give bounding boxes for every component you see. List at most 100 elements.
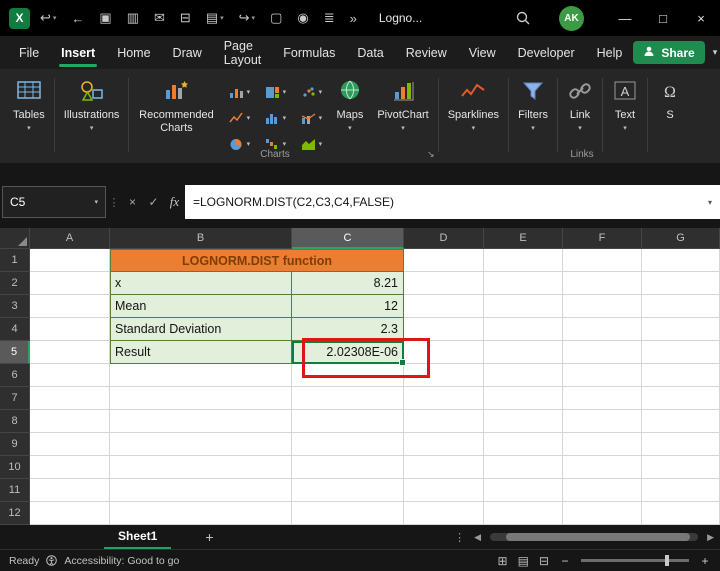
formula-bar-handle[interactable]: ⋮ — [106, 185, 122, 219]
cell-E5[interactable] — [484, 341, 563, 364]
cell-A9[interactable] — [30, 433, 110, 456]
formula-bar-expand-icon[interactable]: ▾ — [700, 185, 720, 219]
row-header-4[interactable]: 4 — [0, 318, 30, 341]
cell-B11[interactable] — [110, 479, 292, 502]
tables-button[interactable]: Tables ▾ — [6, 76, 52, 135]
cell-G10[interactable] — [642, 456, 720, 479]
cell-F6[interactable] — [563, 364, 642, 387]
cell-F3[interactable] — [563, 295, 642, 318]
cell-A2[interactable] — [30, 272, 110, 295]
cell-E4[interactable] — [484, 318, 563, 341]
cell-G5[interactable] — [642, 341, 720, 364]
cell-C7[interactable] — [292, 387, 404, 410]
column-header-E[interactable]: E — [484, 228, 563, 249]
cell-G2[interactable] — [642, 272, 720, 295]
back-icon[interactable]: ← — [71, 11, 84, 26]
cell-G7[interactable] — [642, 387, 720, 410]
symbols-button[interactable]: Ω S — [650, 76, 690, 124]
horizontal-scrollbar-thumb[interactable] — [506, 533, 690, 541]
cell-D9[interactable] — [404, 433, 484, 456]
chart-icon[interactable]: ▥ — [127, 10, 139, 26]
cell-F2[interactable] — [563, 272, 642, 295]
chevron-down-icon[interactable]: ▾ — [713, 47, 718, 58]
cell-B3[interactable]: Mean — [110, 295, 292, 318]
cell-E11[interactable] — [484, 479, 563, 502]
cell-D1[interactable] — [404, 249, 484, 272]
mail-icon[interactable]: ✉ — [154, 10, 165, 26]
cell-A7[interactable] — [30, 387, 110, 410]
row-header-6[interactable]: 6 — [0, 364, 30, 387]
charts-dialog-launcher-icon[interactable]: ↘ — [427, 149, 435, 160]
formula-input[interactable]: =LOGNORM.DIST(C2,C3,C4,FALSE) — [185, 185, 700, 219]
cell-G8[interactable] — [642, 410, 720, 433]
cell-F8[interactable] — [563, 410, 642, 433]
row-header-3[interactable]: 3 — [0, 295, 30, 318]
cell-D8[interactable] — [404, 410, 484, 433]
row-header-8[interactable]: 8 — [0, 410, 30, 433]
normal-view-icon[interactable]: ⊞ — [498, 554, 508, 568]
zoom-in-icon[interactable]: + — [699, 554, 711, 568]
cell-F5[interactable] — [563, 341, 642, 364]
maximize-button[interactable]: □ — [644, 0, 682, 36]
column-header-G[interactable]: G — [642, 228, 720, 249]
cell-E10[interactable] — [484, 456, 563, 479]
cell-F9[interactable] — [563, 433, 642, 456]
scroll-right-icon[interactable]: ▶ — [707, 532, 714, 543]
enter-icon[interactable]: ✓ — [143, 185, 164, 219]
cell-C11[interactable] — [292, 479, 404, 502]
cell-C12[interactable] — [292, 502, 404, 525]
copy-icon[interactable]: ▣ — [99, 10, 111, 26]
minimize-button[interactable]: — — [606, 0, 644, 36]
accessibility-status[interactable]: Accessibility: Good to go — [64, 555, 179, 567]
more-commands-icon[interactable]: » — [350, 11, 357, 26]
tab-help[interactable]: Help — [586, 36, 634, 69]
excel-app-icon[interactable]: X — [9, 8, 30, 29]
cell-E7[interactable] — [484, 387, 563, 410]
document-icon[interactable]: ▢ — [270, 10, 282, 26]
horizontal-scrollbar[interactable] — [490, 533, 698, 541]
row-header-11[interactable]: 11 — [0, 479, 30, 502]
print-icon[interactable]: ⊟ — [180, 10, 191, 26]
tab-draw[interactable]: Draw — [162, 36, 213, 69]
insert-column-chart-button[interactable]: ▾ — [221, 79, 257, 105]
cell-D10[interactable] — [404, 456, 484, 479]
cell-A12[interactable] — [30, 502, 110, 525]
insert-scatter-chart-button[interactable]: ▾ — [293, 79, 329, 105]
cell-B5[interactable]: Result — [110, 341, 292, 364]
cell-D3[interactable] — [404, 295, 484, 318]
tab-options-icon[interactable]: ⋮ — [454, 531, 465, 544]
zoom-slider[interactable] — [581, 559, 689, 562]
page-break-view-icon[interactable]: ⊟ — [539, 554, 549, 568]
close-button[interactable]: × — [682, 0, 720, 36]
camera-icon[interactable]: ◉ — [297, 10, 308, 26]
column-header-D[interactable]: D — [404, 228, 484, 249]
row-header-1[interactable]: 1 — [0, 249, 30, 272]
cell-A10[interactable] — [30, 456, 110, 479]
cell-E3[interactable] — [484, 295, 563, 318]
sheet-tab-sheet1[interactable]: Sheet1 — [104, 525, 171, 549]
redo-icon[interactable]: ↪▾ — [239, 10, 255, 26]
tab-developer[interactable]: Developer — [507, 36, 586, 69]
row-header-5[interactable]: 5 — [0, 341, 30, 364]
cell-F10[interactable] — [563, 456, 642, 479]
cell-B7[interactable] — [110, 387, 292, 410]
cell-B9[interactable] — [110, 433, 292, 456]
insert-function-icon[interactable]: fx — [164, 185, 185, 219]
cell-E2[interactable] — [484, 272, 563, 295]
cell-E1[interactable] — [484, 249, 563, 272]
cell-B10[interactable] — [110, 456, 292, 479]
avatar[interactable]: AK — [559, 6, 584, 31]
cell-C3[interactable]: 12 — [292, 295, 404, 318]
cell-E12[interactable] — [484, 502, 563, 525]
row-header-12[interactable]: 12 — [0, 502, 30, 525]
link-button[interactable]: Link ▾ — [560, 76, 600, 135]
cell-A5[interactable] — [30, 341, 110, 364]
cell-E6[interactable] — [484, 364, 563, 387]
cell-A11[interactable] — [30, 479, 110, 502]
select-all-button[interactable] — [0, 228, 30, 249]
recommended-charts-button[interactable]: Recommended Charts — [131, 76, 221, 137]
row-header-10[interactable]: 10 — [0, 456, 30, 479]
cell-G6[interactable] — [642, 364, 720, 387]
cell-B4[interactable]: Standard Deviation — [110, 318, 292, 341]
cell-F1[interactable] — [563, 249, 642, 272]
